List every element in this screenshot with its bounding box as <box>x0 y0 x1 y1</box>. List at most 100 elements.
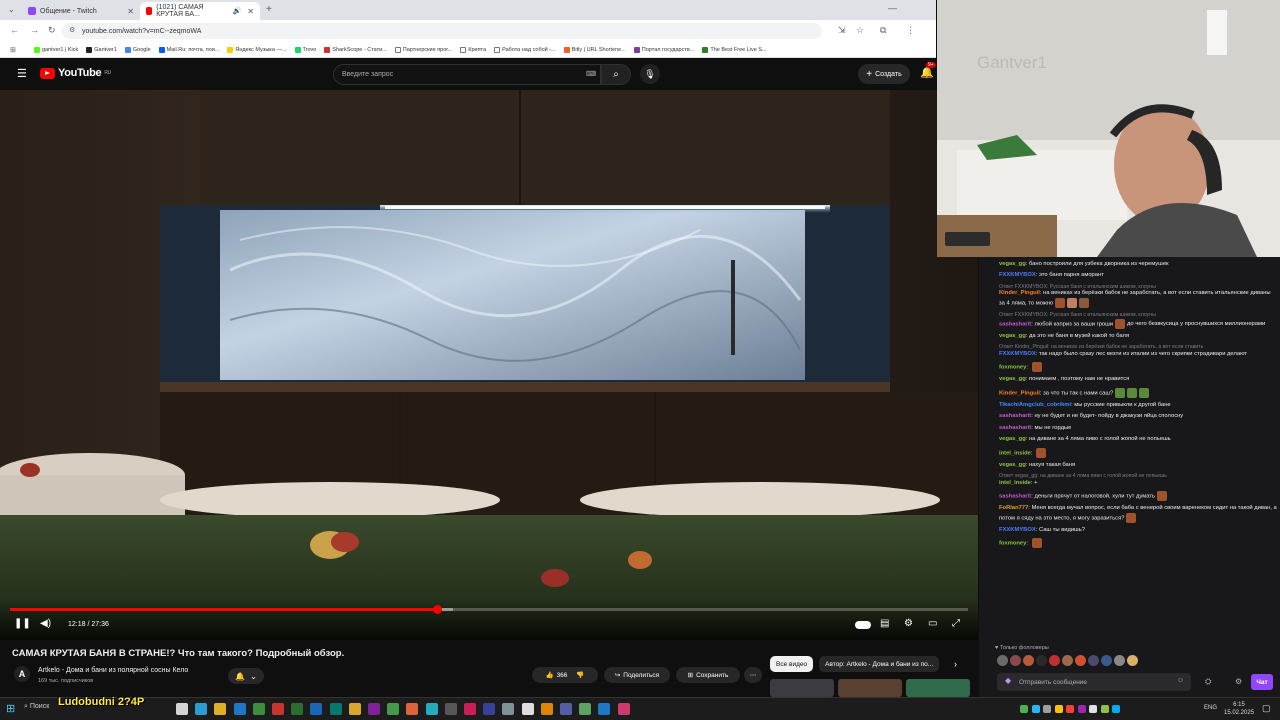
back-icon[interactable]: ← <box>10 25 19 35</box>
taskbar-app-icon[interactable] <box>579 703 592 715</box>
chat-emote[interactable] <box>1055 298 1066 309</box>
chat-username[interactable]: vegas_gg <box>999 333 1026 339</box>
tray-icon[interactable] <box>1066 705 1074 713</box>
search-button[interactable]: ⌕ <box>601 64 631 85</box>
chat-send-button[interactable]: Чат <box>1251 674 1273 690</box>
tray-icon[interactable] <box>1020 705 1028 713</box>
speaker-icon[interactable]: 🔊 <box>233 7 242 15</box>
close-icon[interactable]: ✕ <box>127 7 134 16</box>
channel-points-icon[interactable]: ⛭ <box>1205 677 1211 687</box>
bookmark-star-icon[interactable]: ☆ <box>856 25 864 36</box>
bookmark-item[interactable]: Trovo <box>294 46 316 53</box>
like-count[interactable]: 366 <box>557 672 568 679</box>
chat-username[interactable]: vegas_gg <box>999 261 1026 267</box>
chat-emote[interactable] <box>1127 387 1138 398</box>
chat-username[interactable]: intel_inside <box>999 480 1031 486</box>
like-icon[interactable]: 👍 <box>545 671 553 679</box>
minimize-button[interactable]: — <box>888 3 897 13</box>
bookmark-item[interactable]: Яндекс Музыка —... <box>227 46 287 53</box>
filter-chip-all[interactable]: Все видео <box>770 656 814 672</box>
chat-emote[interactable] <box>1031 362 1042 373</box>
chat-username[interactable]: sashasharit <box>999 494 1031 500</box>
fullscreen-icon[interactable]: ⤢ <box>952 618 960 629</box>
share-button[interactable]: ↪ Поделиться <box>604 667 670 683</box>
tray-icon[interactable] <box>1043 705 1051 713</box>
reload-icon[interactable]: ↻ <box>48 25 56 36</box>
chat-username[interactable]: FXXKMYBOX <box>999 272 1036 278</box>
chat-username[interactable]: sashasharit <box>999 425 1031 431</box>
forward-icon[interactable]: → <box>30 25 39 35</box>
taskbar-app-icon[interactable] <box>464 703 476 715</box>
chat-input[interactable]: ◆ Отправить сообщение ☺ <box>997 673 1191 691</box>
chat-emote[interactable] <box>1031 538 1042 549</box>
bits-icon[interactable]: ◆ <box>1005 676 1011 685</box>
extensions-icon[interactable]: ⧉ <box>880 25 886 36</box>
chat-username[interactable]: Kinder_Pinguil <box>999 390 1040 396</box>
bookmark-item[interactable]: gantver1 | Kick <box>34 46 78 53</box>
tray-icon[interactable] <box>1031 705 1040 713</box>
taskbar-app-icon[interactable] <box>387 703 400 715</box>
video-player[interactable]: ❚❚ ◀) 12:18 / 27:36 ▤ ⚙ ▭ ⤢ <box>0 90 978 640</box>
chat-emote[interactable] <box>1036 447 1047 458</box>
taskbar-app-icon[interactable] <box>195 703 208 715</box>
chat-username[interactable]: foxmoney <box>999 541 1026 547</box>
tray-icon[interactable] <box>1089 705 1097 713</box>
chat-username[interactable]: sashasharit <box>999 321 1031 327</box>
chat-emote[interactable] <box>1079 298 1090 309</box>
chat-username[interactable]: FXXKMYBOX <box>999 527 1036 533</box>
taskbar-app-icon[interactable] <box>502 703 515 715</box>
filter-chip-author[interactable]: Автор: Artkelo - Дома и бани из по... <box>819 656 940 672</box>
youtube-logo[interactable]: YouTube RU <box>40 67 111 79</box>
bookmark-item[interactable]: Mail.Ru: почта, пои... <box>158 46 219 53</box>
save-button[interactable]: ⊞ Сохранить <box>676 667 740 683</box>
bookmark-item[interactable]: Gantver1 <box>86 46 117 53</box>
chevron-right-icon[interactable]: › <box>954 659 957 669</box>
bookmark-item[interactable]: Работа над собой -... <box>494 46 556 53</box>
taskbar-search[interactable]: ⌕ Поиск <box>24 703 49 711</box>
related-thumbnail[interactable] <box>838 679 902 697</box>
chat-emote[interactable] <box>1067 298 1078 309</box>
more-actions-button[interactable]: ⋯ <box>744 667 762 683</box>
bookmark-item[interactable]: Bitly | URL Shortene... <box>563 46 626 53</box>
chat-username[interactable]: FXXKMYBOX <box>999 351 1036 357</box>
miniplayer-icon[interactable]: ▭ <box>928 618 937 629</box>
chat-username[interactable]: foxmoney <box>999 365 1026 371</box>
taskbar-app-icon[interactable] <box>617 703 630 715</box>
settings-icon[interactable]: ⚙ <box>904 618 913 629</box>
tray-icon[interactable] <box>1112 705 1120 713</box>
pause-icon[interactable]: ❚❚ <box>14 618 31 629</box>
chat-emote[interactable] <box>1115 318 1126 329</box>
address-bar[interactable]: ⚙ youtube.com/watch?v=mC--zeqmoWA <box>62 23 822 39</box>
taskbar-app-icon[interactable] <box>598 703 611 715</box>
subscription-bell-button[interactable]: 🔔 ⌄ <box>228 668 264 684</box>
taskbar-app-icon[interactable] <box>406 703 419 715</box>
taskbar-app-icon[interactable] <box>291 703 304 715</box>
bookmark-item[interactable]: Крипта <box>460 46 486 53</box>
taskbar-app-icon[interactable] <box>368 703 380 715</box>
tab-youtube[interactable]: (1021) САМАЯ КРУТАЯ БА... 🔊 ✕ <box>140 2 260 20</box>
taskbar-app-icon[interactable] <box>176 703 188 715</box>
emote-picker-icon[interactable]: ☺ <box>1177 677 1184 684</box>
bookmark-item[interactable]: Google <box>124 46 151 53</box>
chat-emote[interactable] <box>1115 387 1126 398</box>
subtitles-icon[interactable]: ▤ <box>880 618 889 629</box>
new-tab-button[interactable]: + <box>266 4 272 15</box>
apps-icon[interactable]: ⊞ <box>10 46 16 54</box>
keyboard-icon[interactable]: ⌨ <box>586 70 596 78</box>
chat-username[interactable]: vegas_gg <box>999 376 1026 382</box>
tray-icon[interactable] <box>1077 705 1086 713</box>
chat-settings-icon[interactable]: ⚙ <box>1235 677 1242 686</box>
dislike-icon[interactable]: 👎 <box>576 671 584 679</box>
chat-username[interactable]: vegas_gg <box>999 462 1026 468</box>
chat-username[interactable]: TikachiAmgclub_cobrikmi <box>999 402 1071 408</box>
taskbar-app-icon[interactable] <box>560 703 572 715</box>
notification-center-icon[interactable]: ▢ <box>1262 703 1271 714</box>
start-icon[interactable]: ⊞ <box>6 702 15 715</box>
tray-icon[interactable] <box>1054 705 1063 713</box>
chat-username[interactable]: Kinder_Pinguil <box>999 290 1040 296</box>
bookmark-item[interactable]: The Best Free Live S... <box>702 46 767 53</box>
progress-scrubber[interactable] <box>432 605 442 614</box>
notifications-button[interactable]: 🔔 9+ <box>920 62 936 79</box>
chat-emote[interactable] <box>1157 491 1168 501</box>
chat-emote[interactable] <box>1139 387 1150 398</box>
